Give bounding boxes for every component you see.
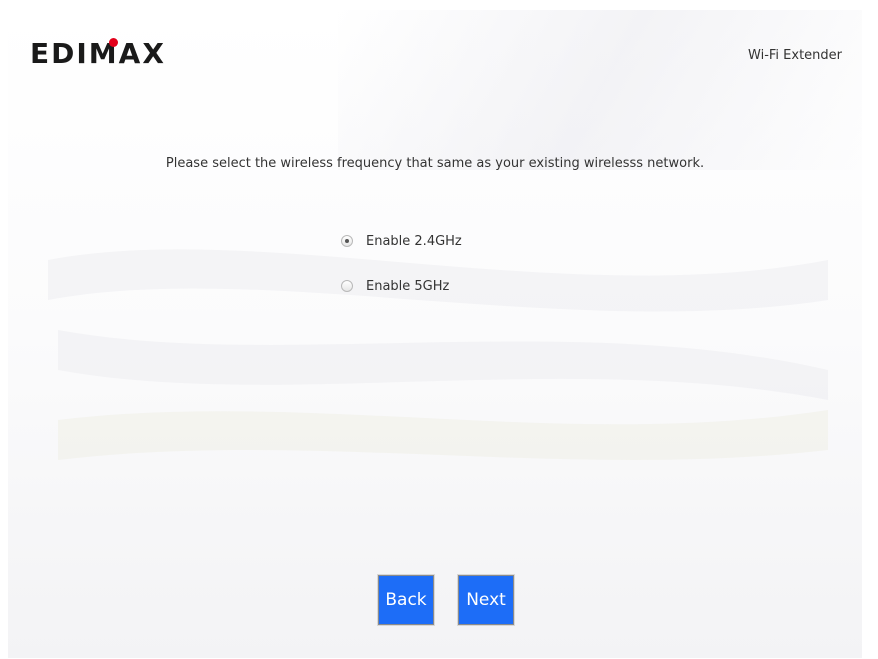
option-5ghz-label: Enable 5GHz — [366, 278, 450, 294]
logo-red-dot — [109, 38, 118, 47]
option-2-4ghz-label: Enable 2.4GHz — [366, 233, 462, 249]
next-button[interactable]: Next — [457, 574, 515, 626]
brand-logo-text: EDIMAX — [30, 37, 166, 70]
option-5ghz[interactable]: Enable 5GHz — [341, 275, 462, 297]
frequency-options: Enable 2.4GHz Enable 5GHz — [341, 230, 462, 320]
setup-wizard-panel: EDIMAX Wi-Fi Extender Please select the … — [8, 10, 862, 658]
edimax-logo: EDIMAX — [30, 37, 166, 70]
navigation-buttons: Back Next — [377, 574, 515, 626]
back-button[interactable]: Back — [377, 574, 435, 626]
instruction-text: Please select the wireless frequency tha… — [165, 156, 705, 171]
background-swoosh — [48, 249, 828, 460]
radio-5ghz[interactable] — [341, 280, 353, 292]
product-name: Wi-Fi Extender — [748, 48, 842, 63]
radio-2-4ghz[interactable] — [341, 235, 353, 247]
option-2-4ghz[interactable]: Enable 2.4GHz — [341, 230, 462, 252]
